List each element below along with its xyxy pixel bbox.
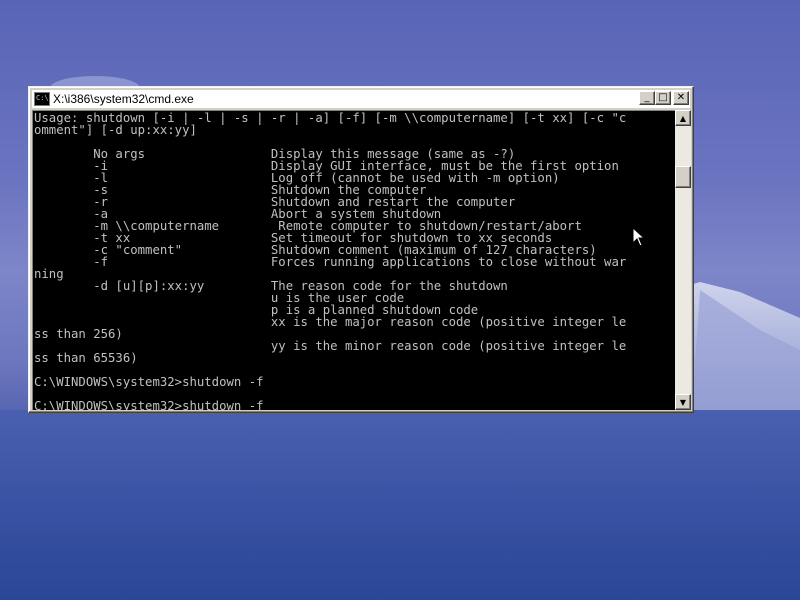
maximize-icon: □ — [658, 92, 668, 103]
cmd-icon: C:\ — [34, 92, 50, 106]
title-buttons: _ □ ✕ — [639, 91, 689, 105]
maximize-button[interactable]: □ — [655, 91, 671, 105]
scrollbar-thumb[interactable] — [675, 166, 691, 188]
scroll-up-button[interactable]: ▲ — [675, 110, 691, 126]
title-bar[interactable]: C:\ X:\i386\system32\cmd.exe _ □ ✕ — [32, 90, 690, 108]
close-icon: ✕ — [676, 92, 686, 103]
console-output[interactable]: Usage: shutdown [-i | -l | -s | -r | -a]… — [32, 110, 675, 410]
cmd-window[interactable]: C:\ X:\i386\system32\cmd.exe _ □ ✕ Usage… — [28, 86, 694, 413]
minimize-icon: _ — [644, 92, 650, 103]
window-title: X:\i386\system32\cmd.exe — [53, 92, 194, 106]
vertical-scrollbar[interactable]: ▲ ▼ — [675, 110, 691, 410]
mouse-cursor-icon — [632, 227, 646, 247]
console-text: Usage: shutdown [-i | -l | -s | -r | -a]… — [34, 111, 627, 410]
arrow-down-icon: ▼ — [679, 397, 687, 407]
arrow-up-icon: ▲ — [679, 113, 687, 123]
minimize-button[interactable]: _ — [639, 91, 655, 105]
scroll-down-button[interactable]: ▼ — [675, 394, 691, 410]
close-button[interactable]: ✕ — [673, 91, 689, 105]
